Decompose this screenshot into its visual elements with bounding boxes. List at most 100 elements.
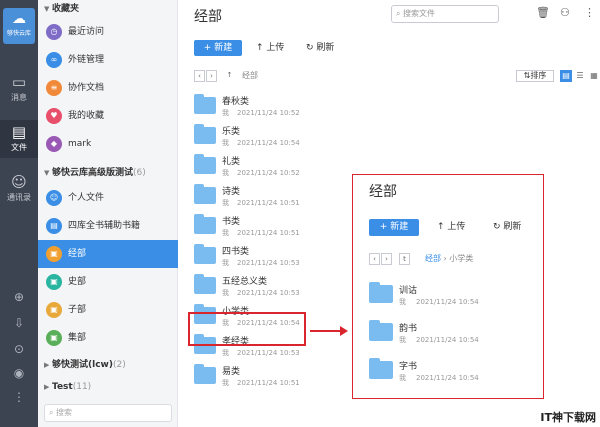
contacts-icon: ☺ (11, 173, 27, 191)
globe-icon[interactable]: ◉ (0, 364, 38, 382)
sidebar-item-shibu[interactable]: ▣ 史部 (38, 268, 178, 296)
crumb-current: 小学类 (449, 254, 474, 263)
file-icon: ▤ (11, 123, 27, 141)
sidebar-item-personal[interactable]: ☺ 个人文件 (38, 184, 178, 212)
app-logo[interactable]: ☁ 够快云库 (3, 8, 35, 44)
file-date: 2021/11/24 10:54 (416, 336, 479, 344)
group3-header[interactable]: ▶ Test(11) (38, 380, 178, 394)
sidebar-item-recent[interactable]: ◷ 最近访问 (38, 18, 178, 46)
zoom-new-button[interactable]: + 新建 (369, 219, 419, 236)
sidebar-item-links[interactable]: ∞ 外链管理 (38, 46, 178, 74)
file-name[interactable]: 易类 (222, 364, 240, 377)
sidebar-item-jibu[interactable]: ▣ 集部 (38, 324, 178, 352)
clock-icon: ◷ (46, 24, 62, 40)
grid-view-icon[interactable]: ▦ (588, 70, 600, 82)
library-header[interactable]: ▼ 够快云库高级版测试(6) (38, 166, 178, 180)
caret-right-icon: ▶ (44, 361, 50, 369)
back-icon[interactable]: ‹ (194, 70, 205, 82)
sidebar-item-jingbu[interactable]: ▣ 经部 (38, 240, 178, 268)
zoom-file-row[interactable]: 韵书我 2021/11/24 10:54 (353, 315, 543, 351)
file-row[interactable]: 春秋类我 2021/11/24 10:52 (178, 92, 600, 121)
zoom-breadcrumb[interactable]: 经部 › 小学类 (425, 253, 473, 265)
folder-icon (369, 282, 393, 303)
trash-icon[interactable]: 🗑 (536, 6, 550, 19)
zoom-panel: 经部 + 新建 ↑ 上传 ↻ 刷新 ‹ › t 经部 › 小学类 训诂我 2021… (352, 174, 544, 399)
rail-contacts[interactable]: ☺ 通讯录 (0, 170, 38, 208)
left-rail: ☁ 够快云库 ▭ 消息 ▤ 文件 ☺ 通讯录 ⊕ ⇩ ⊙ ◉ ⋮ (0, 0, 38, 427)
rail-files[interactable]: ▤ 文件 (0, 120, 38, 158)
file-name[interactable]: 韵书 (399, 321, 417, 334)
page-title: 经部 (194, 9, 222, 25)
file-name[interactable]: 五经总义类 (222, 274, 267, 287)
rail-messages[interactable]: ▭ 消息 (0, 70, 38, 108)
sidebar-item-label: 我的收藏 (68, 111, 105, 121)
zoom-file-row[interactable]: 训诂我 2021/11/24 10:54 (353, 277, 543, 313)
sidebar-item-favorites[interactable]: ♥ 我的收藏 (38, 102, 178, 130)
sidebar-item-label: 最近访问 (68, 27, 105, 37)
refresh-button[interactable]: ↻ 刷新 (306, 40, 334, 56)
file-row[interactable]: 乐类我 2021/11/24 10:54 (178, 122, 600, 151)
file-date: 2021/11/24 10:54 (237, 139, 300, 147)
group2-count: (2) (112, 360, 126, 370)
forward-icon[interactable]: › (381, 253, 392, 265)
folder-icon (194, 184, 216, 204)
sidebar-item-label: 集部 (68, 333, 87, 343)
file-name[interactable]: 乐类 (222, 124, 240, 137)
file-meta: 我 2021/11/24 10:54 (399, 297, 479, 307)
new-button[interactable]: + 新建 (194, 40, 242, 56)
upload-label: 上传 (266, 43, 285, 53)
search-input[interactable]: ⌕ 搜索文件 (391, 5, 499, 23)
add-icon[interactable]: ⊕ (0, 288, 38, 306)
file-name[interactable]: 诗类 (222, 184, 240, 197)
more-icon[interactable]: ⋮ (584, 6, 595, 19)
sidebar-item-collab[interactable]: ≡ 协作文档 (38, 74, 178, 102)
heart-icon: ♥ (46, 108, 62, 124)
more-icon[interactable]: ⋮ (0, 388, 38, 406)
favorites-header[interactable]: ▼ 收藏夹 (38, 2, 178, 16)
sidebar-search-input[interactable]: ⌕ 搜索 (44, 404, 172, 422)
search-icon: ⌕ (396, 9, 401, 18)
up-icon[interactable]: ↑ (224, 70, 235, 82)
group2-header-label: 够快测试(lcw) (52, 360, 113, 370)
refresh-icon: ↻ (306, 43, 314, 53)
zoom-file-row[interactable]: 字书我 2021/11/24 10:54 (353, 353, 543, 389)
path-bar: ‹ › ↑ 经部 ⇅排序 ▤ ☰ ▦ (194, 70, 598, 84)
sidebar-item-mark[interactable]: ◆ mark (38, 130, 178, 158)
download-icon[interactable]: ⊙ (0, 340, 38, 358)
file-name[interactable]: 礼类 (222, 154, 240, 167)
breadcrumb[interactable]: 经部 (242, 70, 258, 82)
highlight-box (188, 312, 306, 346)
forward-icon[interactable]: › (206, 70, 217, 82)
file-name[interactable]: 四书类 (222, 244, 249, 257)
file-meta: 我 2021/11/24 10:51 (222, 378, 300, 388)
file-name[interactable]: 春秋类 (222, 94, 249, 107)
search-placeholder: 搜索文件 (403, 9, 436, 18)
folder-icon (369, 358, 393, 379)
add-member-icon[interactable]: ⚇ (560, 6, 570, 19)
sync-icon[interactable]: ⇩ (0, 314, 38, 332)
file-meta: 我 2021/11/24 10:54 (222, 138, 300, 148)
upload-button[interactable]: ↑ 上传 (256, 40, 284, 56)
sidebar-item-label: 个人文件 (68, 193, 105, 203)
zoom-refresh-button[interactable]: ↻ 刷新 (493, 219, 521, 236)
up-icon[interactable]: t (399, 253, 410, 265)
file-name[interactable]: 训诂 (399, 283, 417, 296)
sort-button[interactable]: ⇅排序 (516, 70, 554, 82)
file-date: 2021/11/24 10:53 (237, 349, 300, 357)
file-owner: 我 (399, 374, 406, 382)
crumb-parent[interactable]: 经部 (425, 254, 441, 263)
sidebar-item-siku[interactable]: ▤ 四库全书辅助书籍 (38, 212, 178, 240)
file-meta: 我 2021/11/24 10:53 (222, 348, 300, 358)
zoom-upload-button[interactable]: ↑ 上传 (437, 219, 465, 236)
file-meta: 我 2021/11/24 10:54 (399, 335, 479, 345)
file-date: 2021/11/24 10:53 (237, 259, 300, 267)
back-icon[interactable]: ‹ (369, 253, 380, 265)
sidebar-item-zibu[interactable]: ▣ 子部 (38, 296, 178, 324)
file-date: 2021/11/24 10:54 (416, 374, 479, 382)
detail-view-icon[interactable]: ☰ (574, 70, 586, 82)
group2-header[interactable]: ▶ 够快测试(lcw)(2) (38, 358, 178, 372)
file-owner: 我 (222, 289, 229, 297)
file-name[interactable]: 书类 (222, 214, 240, 227)
file-name[interactable]: 字书 (399, 359, 417, 372)
list-view-icon[interactable]: ▤ (560, 70, 572, 82)
